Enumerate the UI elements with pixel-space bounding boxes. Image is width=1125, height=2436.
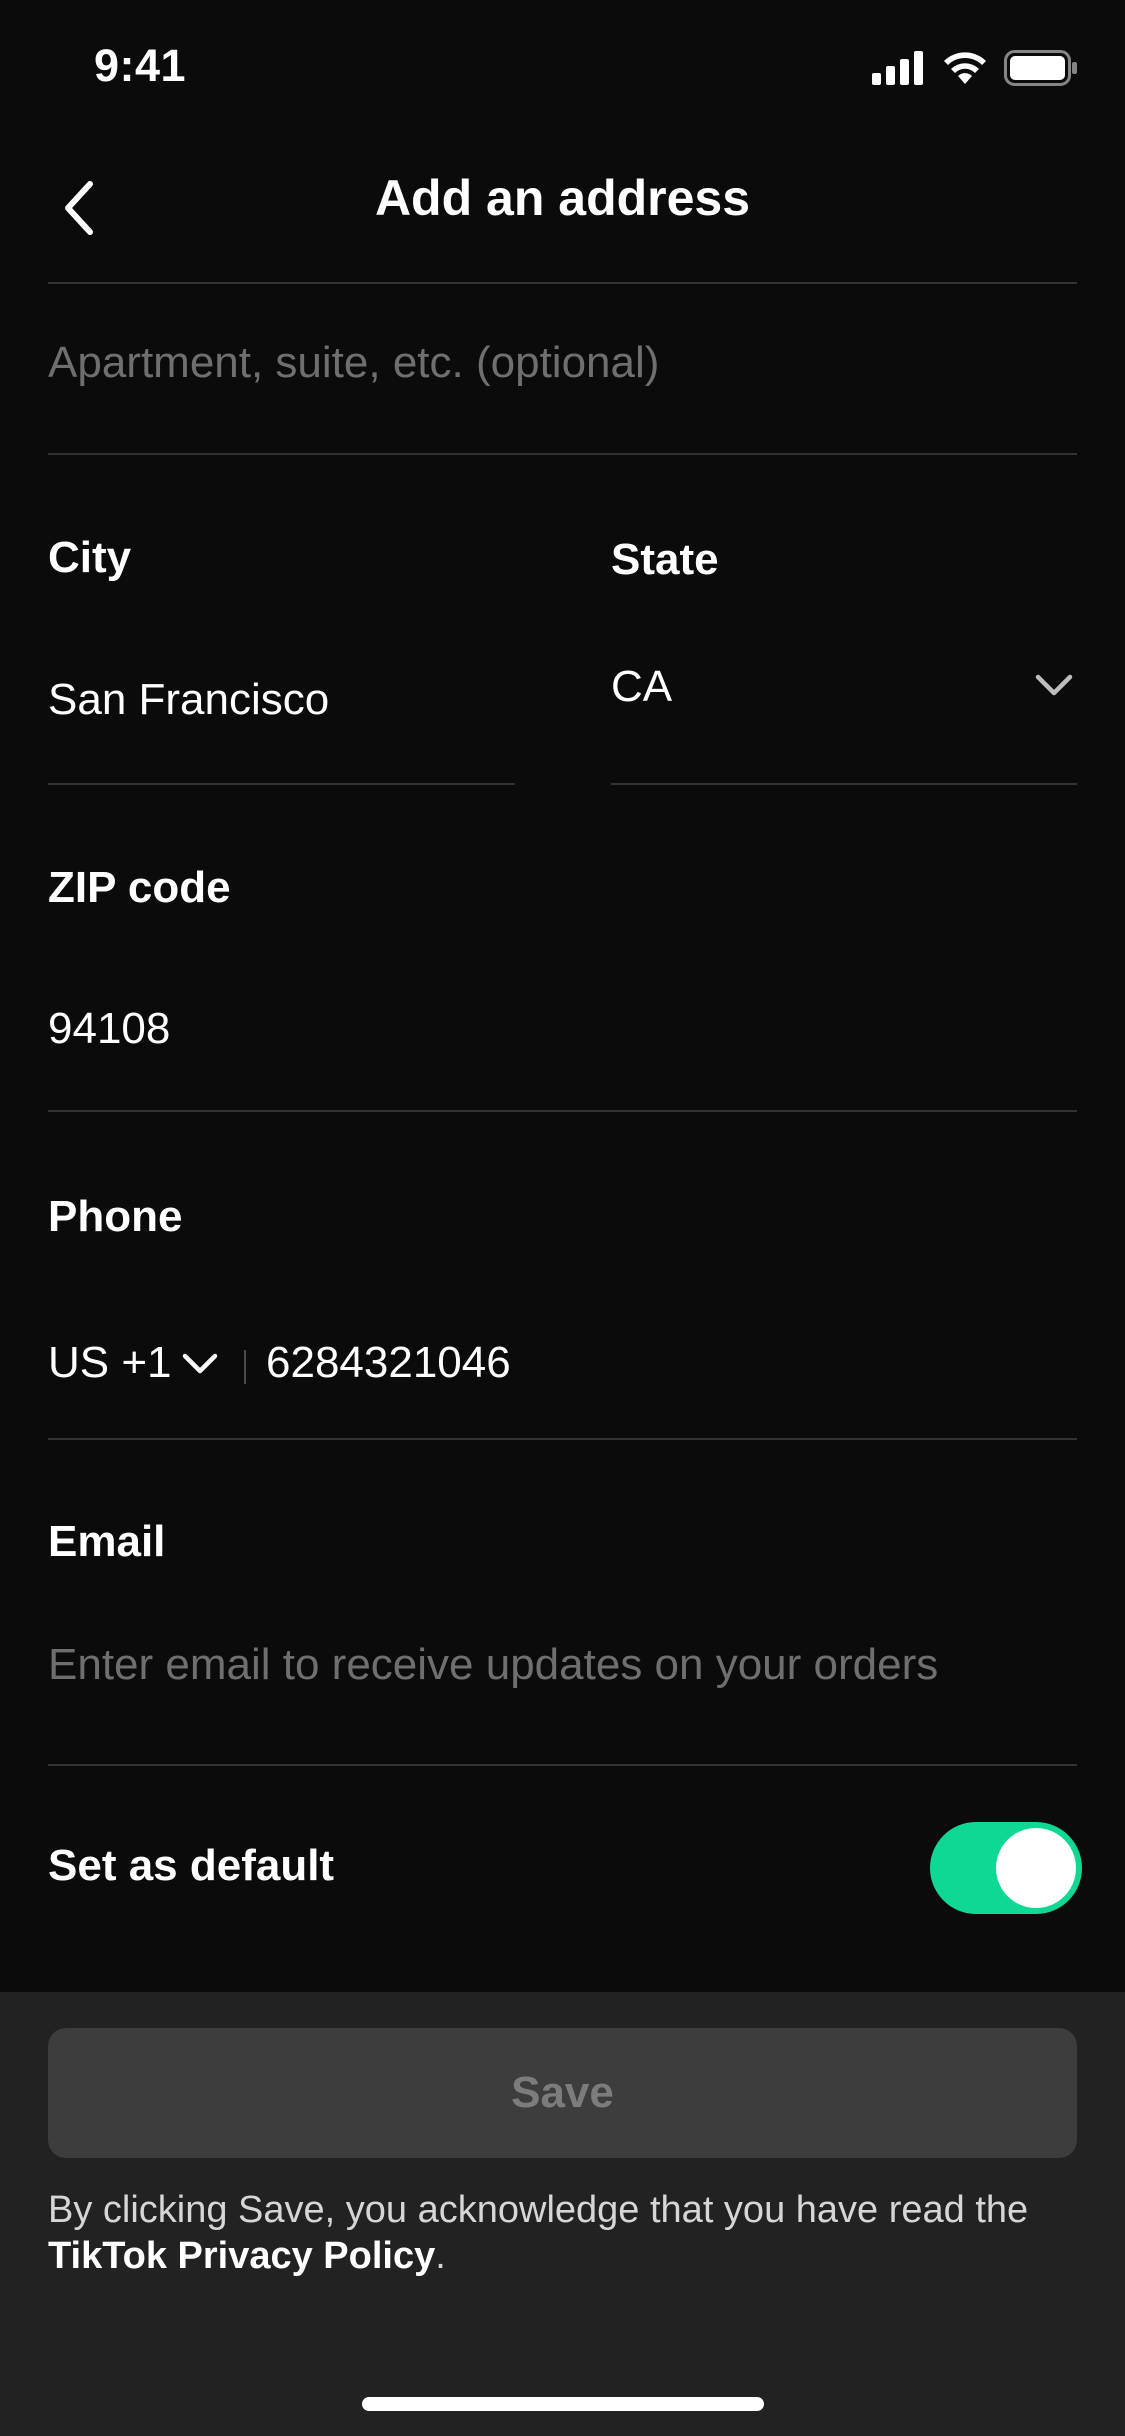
legal-prefix: By clicking Save, you acknowledge that y…: [48, 2189, 1029, 2231]
wifi-icon: [942, 51, 988, 90]
divider: [611, 783, 1077, 785]
email-label: Email: [48, 1517, 166, 1566]
state-label: State: [611, 535, 719, 584]
chevron-down-icon[interactable]: [181, 1351, 219, 1382]
privacy-policy-link[interactable]: TikTok Privacy Policy: [48, 2235, 435, 2277]
nav-bar: Add an address: [0, 140, 1125, 282]
toggle-knob: [996, 1828, 1076, 1908]
city-input[interactable]: San Francisco: [48, 675, 329, 725]
divider: [48, 1438, 1077, 1440]
apartment-input[interactable]: Apartment, suite, etc. (optional): [48, 338, 659, 388]
status-time: 9:41: [94, 40, 187, 91]
page-title: Add an address: [374, 170, 751, 226]
cellular-signal-icon: [872, 51, 926, 90]
status-icons: [872, 50, 1078, 91]
legal-suffix: .: [435, 2235, 446, 2277]
divider: [48, 1764, 1077, 1766]
chevron-down-icon[interactable]: [1034, 672, 1074, 703]
country-code-select[interactable]: US +1: [48, 1338, 172, 1388]
zip-input[interactable]: 94108: [48, 1004, 170, 1054]
zip-label: ZIP code: [48, 863, 231, 912]
legal-text: By clicking Save, you acknowledge that y…: [48, 2187, 1088, 2279]
set-default-toggle[interactable]: [930, 1822, 1082, 1914]
phone-label: Phone: [48, 1192, 183, 1241]
footer: Save By clicking Save, you acknowledge t…: [0, 1992, 1125, 2436]
divider: [48, 282, 1077, 284]
state-select[interactable]: CA: [611, 662, 672, 712]
phone-input[interactable]: 6284321046: [266, 1338, 511, 1388]
divider: [48, 453, 1077, 455]
divider: [48, 783, 515, 785]
phone-separator: [244, 1350, 246, 1384]
home-indicator: [362, 2397, 764, 2411]
set-default-label: Set as default: [48, 1841, 335, 1890]
save-button[interactable]: Save: [48, 2028, 1077, 2158]
divider: [48, 1110, 1077, 1112]
email-input[interactable]: Enter email to receive updates on your o…: [48, 1640, 938, 1690]
city-label: City: [48, 533, 132, 582]
battery-icon: [1004, 50, 1078, 91]
status-bar: 9:41: [0, 0, 1125, 140]
